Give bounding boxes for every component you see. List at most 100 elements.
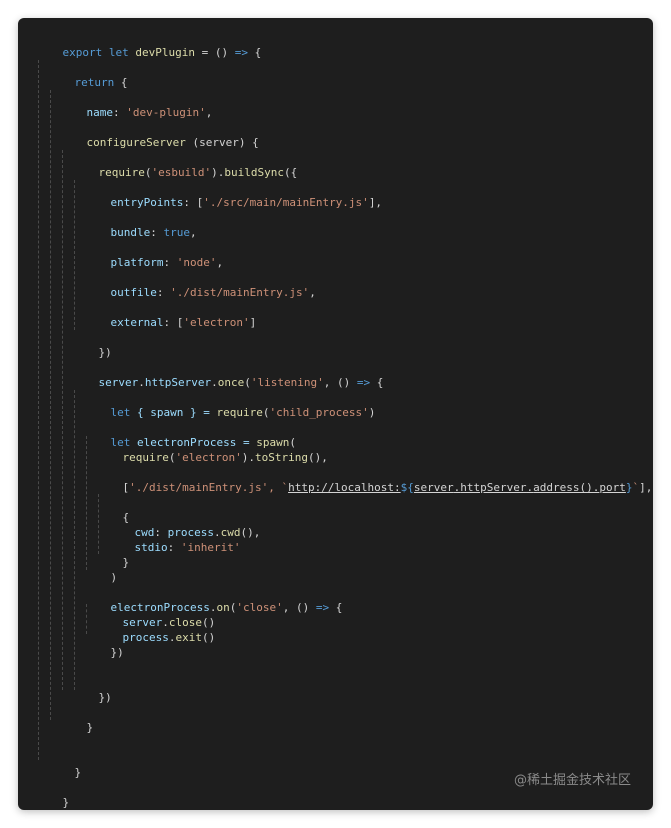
token: './dist/mainEntry.js' [170,286,310,299]
token: { [114,76,128,89]
token: { spawn } = [130,406,217,419]
token: (server) { [185,136,259,149]
indent-guide [74,180,75,330]
token: exit [175,631,202,644]
token: { [370,376,384,389]
code-line-12: server.httpServer.once('listening', () =… [72,360,384,389]
token: once [217,376,245,389]
token: = () [194,46,235,59]
token: ] [249,316,257,329]
code-line-24: process.exit() [96,615,216,644]
code-editor: export let devPlugin = () => { return { … [18,18,653,810]
token: true [163,226,191,239]
token: platform [110,256,164,269]
code-line-28: } [48,750,82,779]
token: process [122,631,169,644]
token: './dist/mainEntry.js' [129,481,269,494]
code-line-26: }) [72,675,112,704]
token: 'esbuild' [151,166,212,179]
indent-guide [74,390,75,690]
code-line-9: outfile: './dist/mainEntry.js', [84,270,316,299]
indent-guide [38,60,39,760]
indent-guide [62,150,63,690]
token: ). [211,166,225,179]
token: , [216,256,224,269]
token: devPlugin [135,46,195,59]
token: } [625,481,633,494]
token: { [247,46,262,59]
token: : [150,226,164,239]
token: require [122,451,169,464]
token: , [309,286,316,299]
code-line-14: let electronProcess = spawn( [84,420,296,449]
code-line-17: { [96,495,130,524]
token: } [86,721,94,734]
token: } [62,796,70,809]
token: name [86,106,114,119]
token: ) [368,406,376,419]
code-line-7: bundle: true, [84,210,197,239]
code-line-22: electronProcess.on('close', () => { [84,585,343,614]
indent-guide [50,90,51,720]
token: => [315,601,330,614]
token: server [98,376,139,389]
token: stdio [134,541,168,554]
code-line-23: server.close() [96,600,216,629]
token: , () [323,376,357,389]
token: . [211,376,218,389]
token: ). [241,451,255,464]
code-line-13: let { spawn } = require('child_process') [84,390,376,419]
token: ], [639,481,653,494]
token: }) [98,691,112,704]
token: (). [579,481,600,494]
token: }) [98,346,112,359]
code-line-4: configureServer (server) { [60,120,259,149]
token: () [201,631,216,644]
code-line-29: } [36,780,70,809]
token: let [110,406,131,419]
token: outfile [110,286,157,299]
token: 'listening' [250,376,324,389]
token: require [216,406,263,419]
code-line-5: require('esbuild').buildSync({ [72,150,298,179]
token: (), [240,526,261,539]
code-line-10: external: ['electron'] [84,300,257,329]
token: : [163,256,177,269]
token: ({ [283,166,298,179]
code-line-3: name: 'dev-plugin', [60,90,213,119]
token: port [599,481,626,494]
token: return [74,76,115,89]
code-line-15: require('electron').toString(), [96,435,328,464]
token: , () [282,601,316,614]
code-line-25: }) [84,630,124,659]
code-line-20: } [96,540,130,569]
watermark: @稀土掘金技术社区 [513,773,631,788]
token: ) [110,571,118,584]
token: => [234,46,248,59]
token: : [ [183,196,204,209]
token: => [356,376,371,389]
token: httpServer [460,481,527,494]
token: export [62,46,103,59]
token: './src/main/mainEntry.js' [203,196,369,209]
code-line-27: } [60,705,94,734]
localhost-link[interactable]: http://localhost: [288,481,401,494]
token: 'child_process' [269,406,369,419]
token: ], [368,196,383,209]
code-line-16: ['./dist/mainEntry.js', `http://localhos… [96,465,653,494]
token: configureServer [86,136,186,149]
token: { [329,601,343,614]
token: : [156,286,171,299]
token: 'node' [176,256,217,269]
token: buildSync [224,166,284,179]
token: toString [254,451,308,464]
token: on [216,601,230,614]
token: httpServer [144,376,212,389]
token: external [110,316,164,329]
token: : [113,106,127,119]
code-line-11: }) [72,330,112,359]
token: 'electron' [175,451,242,464]
code-line-8: platform: 'node', [84,240,224,269]
code-line-19: stdio: 'inherit' [108,525,241,554]
